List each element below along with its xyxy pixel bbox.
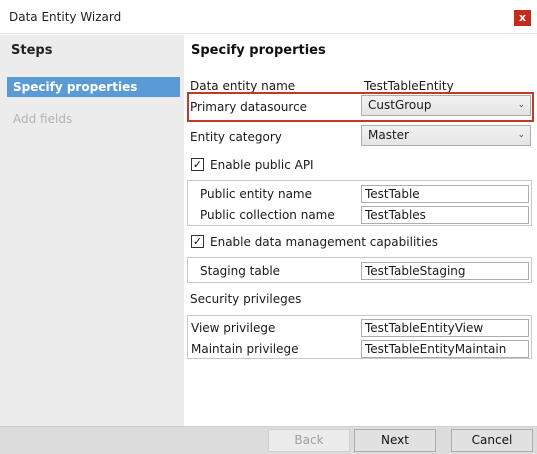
chevron-down-icon: ⌄ [517,100,525,110]
entity-name-value: TestTableEntity [364,79,454,93]
back-button[interactable]: Back [268,429,350,452]
public-entity-name-field[interactable]: TestTable [361,185,529,203]
primary-datasource-value: CustGroup [368,98,432,112]
entity-category-value: Master [368,128,409,142]
close-icon: x [518,11,527,24]
public-entity-name-label: Public entity name [200,187,313,201]
staging-table-field[interactable]: TestTableStaging [361,262,529,280]
page-title: Specify properties [191,43,326,58]
next-button[interactable]: Next [354,429,436,452]
maintain-privilege-field[interactable]: TestTableEntityMaintain [361,340,529,358]
entity-category-label: Entity category [190,130,282,144]
primary-datasource-select[interactable]: CustGroup ⌄ [361,95,531,116]
title-bar: Data Entity Wizard x [0,0,537,34]
main-panel: Specify properties Data entity name Test… [184,35,537,426]
maintain-privilege-label: Maintain privilege [191,342,299,356]
staging-table-label: Staging table [200,264,281,278]
public-api-group: Public entity name TestTable Public coll… [187,180,532,226]
chevron-down-icon: ⌄ [517,130,525,140]
security-privileges-group: View privilege TestTableEntityView Maint… [187,315,532,359]
wizard-footer: Back Next Cancel [0,426,537,454]
steps-sidebar: Steps Specify properties Add fields [0,35,184,426]
public-api-checkbox[interactable]: ✓ [191,158,204,171]
view-privilege-field[interactable]: TestTableEntityView [361,319,529,337]
cancel-button[interactable]: Cancel [451,429,533,452]
public-api-label: Enable public API [210,158,314,172]
view-privilege-label: View privilege [191,321,276,335]
steps-heading: Steps [11,43,53,58]
close-button[interactable]: x [514,10,531,26]
primary-datasource-label: Primary datasource [190,100,308,114]
data-management-group: Staging table TestTableStaging [187,257,532,283]
window-title: Data Entity Wizard [9,10,122,24]
security-privileges-heading: Security privileges [190,292,302,306]
step-specify-properties[interactable]: Specify properties [7,77,180,97]
step-add-fields: Add fields [13,112,73,126]
public-collection-name-label: Public collection name [200,208,335,222]
checkmark-icon: ✓ [192,158,203,171]
checkmark-icon: ✓ [192,235,203,248]
entity-category-select[interactable]: Master ⌄ [361,125,531,146]
public-collection-name-field[interactable]: TestTables [361,206,529,224]
entity-name-label: Data entity name [190,79,296,93]
data-management-checkbox[interactable]: ✓ [191,235,204,248]
data-management-label: Enable data management capabilities [210,235,438,249]
